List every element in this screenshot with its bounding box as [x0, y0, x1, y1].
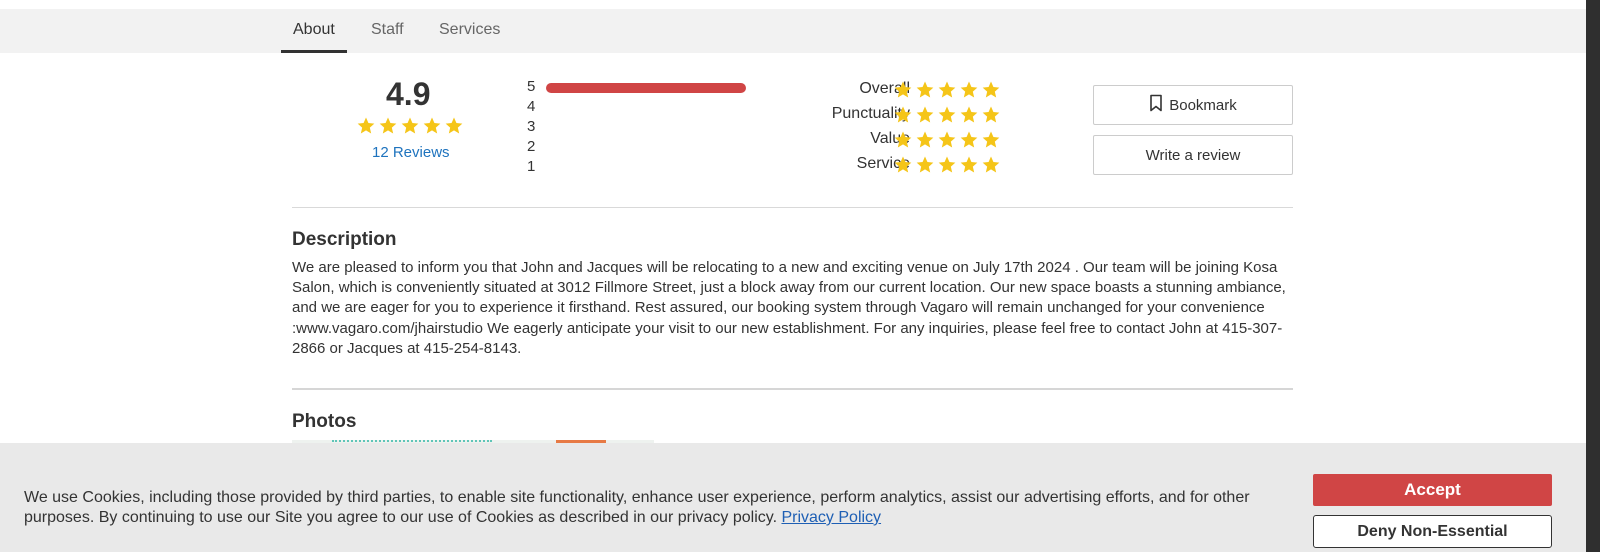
star-icon — [915, 80, 935, 100]
category-stars — [893, 130, 1001, 150]
distribution-label: 2 — [527, 138, 536, 155]
bookmark-label: Bookmark — [1169, 96, 1237, 114]
photos-title: Photos — [292, 411, 357, 432]
distribution-bar-5 — [546, 83, 746, 93]
star-icon — [893, 80, 913, 100]
star-icon — [915, 105, 935, 125]
write-review-button[interactable]: Write a review — [1093, 135, 1293, 175]
star-icon — [400, 116, 420, 136]
average-stars — [356, 116, 464, 136]
reviews-count-link[interactable]: 12 Reviews — [372, 144, 450, 161]
divider — [292, 207, 1293, 208]
star-icon — [937, 130, 957, 150]
top-strip — [0, 0, 1586, 9]
tab-about[interactable]: About — [281, 9, 347, 53]
star-icon — [444, 116, 464, 136]
star-icon — [937, 80, 957, 100]
distribution-label: 1 — [527, 158, 536, 175]
category-rating-overall: Overall — [760, 80, 1060, 104]
category-rating-value: Value — [760, 130, 1060, 154]
distribution-label: 3 — [527, 118, 536, 135]
description-body: We are pleased to inform you that John a… — [292, 259, 1286, 357]
star-icon — [959, 155, 979, 175]
star-icon — [378, 116, 398, 136]
star-icon — [356, 116, 376, 136]
category-rating-service: Service — [760, 155, 1060, 179]
star-icon — [893, 155, 913, 175]
privacy-policy-link[interactable]: Privacy Policy — [781, 509, 881, 526]
scrollbar[interactable] — [1586, 0, 1600, 552]
cookie-message: We use Cookies, including those provided… — [24, 488, 1284, 528]
cookie-text: We use Cookies, including those provided… — [24, 489, 1250, 526]
star-icon — [915, 155, 935, 175]
category-stars — [893, 105, 1001, 125]
star-icon — [893, 105, 913, 125]
star-icon — [893, 130, 913, 150]
star-icon — [981, 80, 1001, 100]
distribution-label: 5 — [527, 78, 536, 95]
category-stars — [893, 155, 1001, 175]
star-icon — [915, 130, 935, 150]
description-title: Description — [292, 229, 397, 250]
deny-non-essential-button[interactable]: Deny Non-Essential — [1313, 515, 1552, 548]
category-rating-punctuality: Punctuality — [760, 105, 1060, 129]
category-stars — [893, 80, 1001, 100]
average-rating: 4.9 — [386, 76, 431, 112]
star-icon — [959, 80, 979, 100]
bookmark-button[interactable]: Bookmark — [1093, 85, 1293, 125]
bookmark-icon — [1149, 94, 1163, 116]
accept-cookies-button[interactable]: Accept — [1313, 474, 1552, 506]
tab-bar: About Staff Services — [0, 9, 1586, 53]
star-icon — [981, 130, 1001, 150]
tab-staff[interactable]: Staff — [371, 9, 404, 53]
star-icon — [959, 130, 979, 150]
star-icon — [981, 155, 1001, 175]
star-icon — [422, 116, 442, 136]
divider — [292, 388, 1293, 390]
tab-services[interactable]: Services — [439, 9, 500, 53]
star-icon — [937, 105, 957, 125]
distribution-label: 4 — [527, 98, 536, 115]
star-icon — [959, 105, 979, 125]
star-icon — [937, 155, 957, 175]
star-icon — [981, 105, 1001, 125]
